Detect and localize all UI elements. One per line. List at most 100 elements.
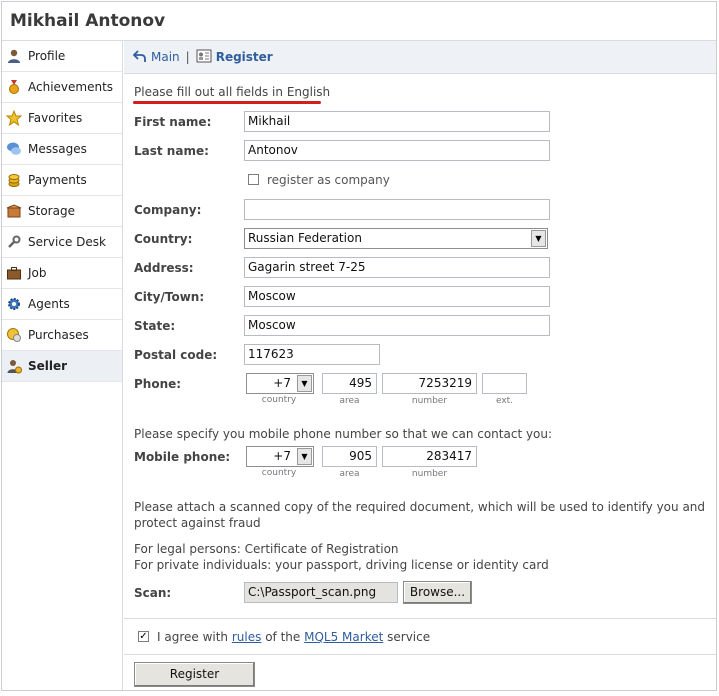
postal-code-input[interactable]: 117623	[244, 344, 380, 365]
attach-instructions-line-1: Please attach a scanned copy of the requ…	[134, 500, 706, 514]
sidebar-item-storage[interactable]: Storage	[2, 196, 122, 227]
sidebar-item-label: Service Desk	[28, 235, 106, 249]
main-link[interactable]: Main	[151, 50, 180, 64]
phone-ext-input[interactable]	[482, 373, 527, 394]
mobile-country-caption: country	[261, 468, 297, 478]
agree-prefix: I agree with	[157, 630, 229, 644]
mobile-number-caption: number	[411, 469, 448, 479]
country-label: Country:	[134, 232, 193, 246]
sidebar-item-job[interactable]: Job	[2, 258, 122, 289]
register-button[interactable]: Register	[134, 662, 255, 687]
star-icon	[5, 109, 23, 127]
chevron-down-icon[interactable]: ▼	[297, 448, 312, 465]
sidebar-item-label: Messages	[28, 142, 87, 156]
sidebar-item-payments[interactable]: Payments	[2, 165, 122, 196]
phone-ext-caption: ext.	[495, 396, 514, 406]
sidebar-item-messages[interactable]: Messages	[2, 134, 122, 165]
sidebar-item-favorites[interactable]: Favorites	[2, 103, 122, 134]
city-input[interactable]: Moscow	[244, 286, 550, 307]
agree-middle: of the	[265, 630, 301, 644]
sidebar-item-label: Purchases	[28, 328, 89, 342]
gear-icon	[6, 296, 22, 312]
phone-area-input[interactable]: 495	[322, 373, 377, 394]
back-arrow-icon	[132, 49, 147, 66]
wrench-icon	[6, 234, 22, 250]
address-input[interactable]: Gagarin street 7-25	[244, 257, 550, 278]
sidebar-item-profile[interactable]: Profile	[2, 41, 122, 72]
company-label: Company:	[134, 203, 202, 217]
breadcrumb-current: Register	[196, 49, 273, 66]
agree-divider-top	[124, 618, 716, 619]
scan-label: Scan:	[134, 586, 172, 600]
mobile-country-value: +7	[273, 449, 291, 463]
medal-icon	[6, 79, 22, 95]
sidebar-item-label: Achievements	[28, 80, 114, 94]
sidebar-item-label: Favorites	[28, 111, 83, 125]
scan-file-path[interactable]: C:\Passport_scan.png	[244, 582, 398, 603]
chat-icon	[6, 141, 22, 157]
coins-icon	[6, 172, 22, 188]
country-select[interactable]: Russian Federation ▼	[244, 228, 548, 249]
phone-country-caption: country	[261, 395, 297, 405]
sidebar-item-label: Agents	[28, 297, 70, 311]
mql5-market-link[interactable]: MQL5 Market	[304, 630, 383, 644]
sidebar-item-label: Payments	[28, 173, 87, 187]
mobile-country-select[interactable]: +7 ▼	[246, 446, 314, 467]
private-individuals-text: For private individuals: your passport, …	[134, 558, 549, 572]
phone-number-input[interactable]: 7253219	[382, 373, 477, 394]
phone-area-caption: area	[339, 396, 360, 406]
country-select-value: Russian Federation	[248, 231, 362, 245]
mobile-number-input[interactable]: 283417	[382, 446, 477, 467]
sidebar-item-label: Job	[28, 266, 47, 280]
agree-checkbox[interactable]: ✓	[138, 631, 149, 642]
mobile-area-caption: area	[339, 469, 360, 479]
phone-number-caption: number	[411, 396, 448, 406]
briefcase-icon	[6, 265, 22, 281]
first-name-input[interactable]: Mikhail	[244, 111, 550, 132]
sidebar-item-achievements[interactable]: Achievements	[2, 72, 122, 103]
register-as-company-label: register as company	[267, 173, 390, 187]
chevron-down-icon[interactable]: ▼	[531, 230, 546, 247]
phone-country-select[interactable]: +7 ▼	[246, 373, 314, 394]
rules-link[interactable]: rules	[232, 630, 262, 644]
agree-divider-bottom	[124, 654, 716, 655]
legal-persons-text: For legal persons: Certificate of Regist…	[134, 542, 399, 556]
agree-text: I agree with rules of the MQL5 Market se…	[157, 630, 430, 644]
state-label: State:	[134, 319, 176, 333]
phone-label: Phone:	[134, 377, 182, 391]
notice-underline	[133, 101, 321, 104]
city-label: City/Town:	[134, 290, 205, 304]
browse-button[interactable]: Browse...	[403, 581, 472, 604]
sidebar-item-agents[interactable]: Agents	[2, 289, 122, 320]
sidebar-item-label: Seller	[28, 359, 68, 373]
sidebar-item-seller[interactable]: Seller	[2, 351, 122, 382]
attach-instructions-line-2: protect against fraud	[134, 516, 261, 530]
sidebar-item-service-desk[interactable]: Service Desk	[2, 227, 122, 258]
user-name-title: Mikhail Antonov	[10, 11, 166, 31]
phone-country-value: +7	[273, 376, 291, 390]
breadcrumb-separator: |	[185, 50, 190, 64]
sidebar-item-label: Storage	[28, 204, 75, 218]
mobile-area-input[interactable]: 905	[322, 446, 377, 467]
postal-code-label: Postal code:	[134, 348, 218, 362]
page-frame: Mikhail Antonov Profile Achievements Fav…	[1, 1, 717, 691]
box-icon	[6, 203, 22, 219]
coin-purchase-icon	[6, 327, 22, 343]
user-icon	[6, 48, 22, 64]
register-form-icon	[196, 49, 212, 66]
sidebar: Profile Achievements Favorites Messages …	[2, 41, 123, 690]
address-label: Address:	[134, 261, 194, 275]
seller-icon	[6, 358, 22, 374]
mobile-phone-label: Mobile phone:	[134, 450, 231, 464]
last-name-input[interactable]: Antonov	[244, 140, 550, 161]
company-input[interactable]	[244, 199, 550, 220]
sidebar-item-purchases[interactable]: Purchases	[2, 320, 122, 351]
breadcrumb: Main | Register	[124, 41, 716, 74]
chevron-down-icon[interactable]: ▼	[297, 375, 312, 392]
register-as-company-checkbox[interactable]	[248, 174, 259, 185]
breadcrumb-main[interactable]: Main	[132, 49, 180, 66]
state-input[interactable]: Moscow	[244, 315, 550, 336]
mobile-prompt: Please specify you mobile phone number s…	[134, 427, 553, 441]
register-breadcrumb-label: Register	[215, 50, 273, 64]
form-notice: Please fill out all fields in English	[134, 85, 331, 99]
